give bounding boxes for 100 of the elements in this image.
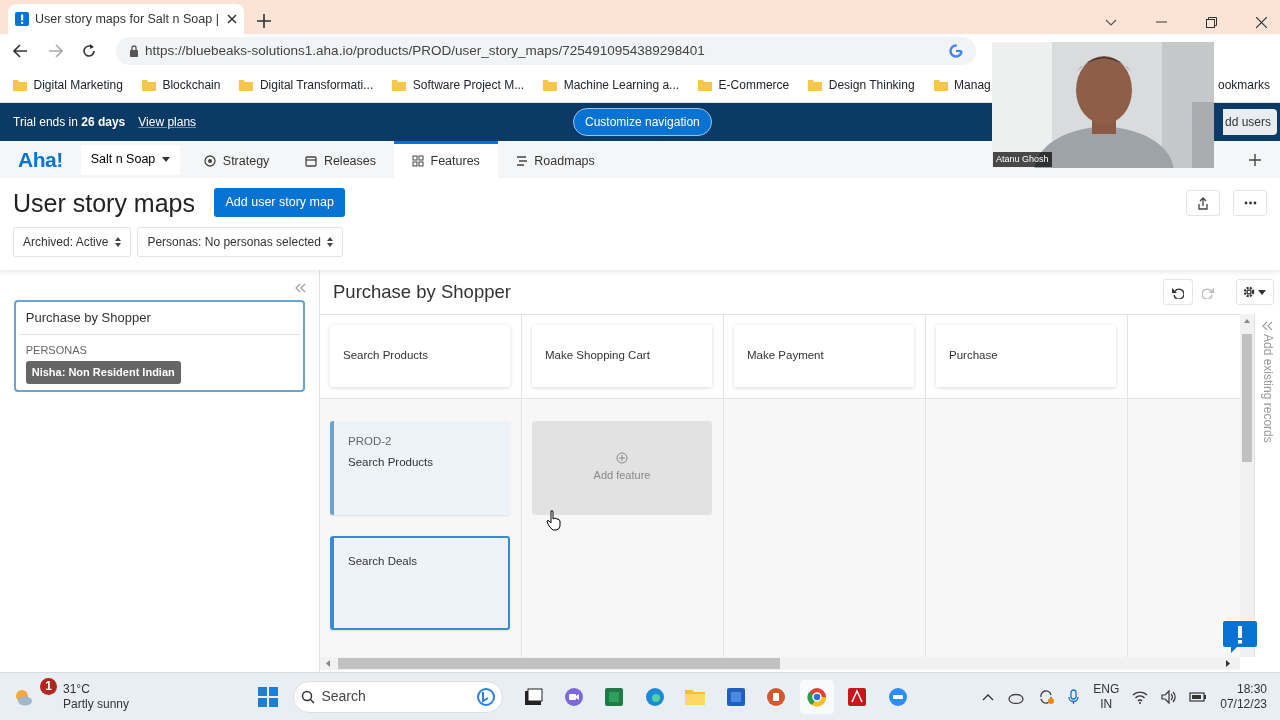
wifi-icon[interactable] — [1132, 689, 1149, 704]
page-title: User story maps — [13, 187, 195, 218]
redo-icon — [1201, 286, 1214, 299]
add-users-button[interactable]: dd users — [1222, 109, 1277, 135]
bookmark-folder[interactable]: Software Project M... — [392, 76, 525, 94]
restore-icon[interactable] — [1206, 16, 1217, 28]
feature-name: Search Products — [348, 454, 434, 470]
undo-button[interactable] — [1162, 279, 1193, 305]
sort-caret-icon — [327, 237, 334, 247]
language-indicator[interactable]: ENG IN — [1093, 681, 1120, 712]
step-card[interactable]: Purchase — [936, 325, 1116, 387]
all-bookmarks-link[interactable]: ookmarks — [1218, 76, 1270, 94]
nav-tab[interactable]: Strategy — [186, 141, 288, 178]
bookmark-folder[interactable]: Blockchain — [141, 76, 221, 94]
temperature: 31°C — [63, 681, 91, 697]
filter-dropdown[interactable]: Personas: No personas selected — [137, 227, 344, 257]
story-map-card[interactable]: Purchase by Shopper PERSONAS Nisha: Non Resident Indian — [14, 299, 305, 393]
show-hidden-icon[interactable] — [982, 692, 995, 701]
target-icon — [204, 155, 217, 167]
feedback-icon[interactable] — [1223, 621, 1257, 653]
site-icon — [14, 12, 29, 26]
calendar-icon — [305, 155, 318, 167]
spreadsheet-app-icon[interactable] — [603, 685, 626, 708]
document-app-icon[interactable] — [724, 685, 747, 708]
folder-icon — [808, 78, 823, 92]
plus-circle-icon — [616, 452, 628, 465]
address-bar[interactable]: https://bluebeaks-solutions1.aha.io/products/PROD/user_story_maps/7254910954389298401 — [115, 37, 976, 65]
customize-navigation-button[interactable]: Customize navigation — [573, 108, 712, 136]
expand-icon — [1262, 320, 1273, 331]
meeting-app-icon[interactable] — [886, 685, 909, 708]
hand-cursor-icon — [546, 510, 562, 532]
ellipsis-icon — [1243, 201, 1257, 206]
step-card[interactable]: Search Products — [330, 325, 510, 387]
story-map-title: Purchase by Shopper — [19, 301, 300, 335]
bookmark-folder[interactable]: Design Thinking — [808, 76, 915, 94]
feature-name: Search Deals — [348, 554, 419, 570]
feature-reference: PROD-2 — [348, 434, 393, 449]
folder-icon — [392, 78, 407, 92]
nav-tab[interactable]: Roadmaps — [497, 141, 613, 178]
board-title: Purchase by Shopper — [333, 280, 511, 305]
logo[interactable]: Aha! — [0, 143, 81, 176]
persona-tag: Nisha: Non Resident Indian — [25, 361, 181, 384]
clock[interactable]: 18:30 07/12/23 — [1220, 681, 1267, 712]
horizontal-scrollbar[interactable] — [320, 657, 1240, 670]
feature-card[interactable]: PROD-2 Search Products — [330, 421, 510, 515]
caret-icon — [161, 157, 170, 162]
workspace-dropdown[interactable]: Salt n Soap — [80, 144, 180, 175]
bookmark-folder[interactable]: Digital Transformati... — [239, 76, 374, 94]
folder-icon — [933, 78, 948, 92]
start-icon[interactable] — [256, 684, 281, 709]
terminal-app-icon[interactable] — [522, 685, 545, 708]
grid-icon — [412, 155, 424, 167]
caret-icon — [1258, 289, 1267, 295]
sync-icon[interactable] — [1038, 688, 1055, 705]
taskbar-search-field[interactable]: Search — [293, 680, 504, 713]
back-icon[interactable] — [13, 44, 28, 58]
new-tab-icon[interactable] — [257, 13, 271, 28]
folder-icon — [239, 78, 254, 92]
undo-icon — [1171, 286, 1184, 299]
notification-count: 1 — [40, 678, 57, 695]
nav-tab[interactable]: Features — [394, 141, 498, 178]
filter-dropdown[interactable]: Archived: Active — [13, 227, 131, 257]
folder-icon — [13, 78, 27, 92]
folder-icon — [141, 78, 156, 92]
settings-icon — [1242, 286, 1255, 298]
plus-icon[interactable] — [1248, 153, 1261, 166]
chevron-down-icon[interactable] — [1105, 18, 1117, 26]
lock-icon — [128, 45, 139, 57]
video-call-app-icon[interactable] — [562, 685, 585, 708]
reload-icon[interactable] — [82, 44, 96, 58]
nav-tab[interactable]: Releases — [287, 141, 394, 178]
step-card[interactable]: Make Payment — [734, 325, 914, 387]
bookmark-folder[interactable]: E-Commerce — [698, 76, 790, 94]
bookmark-folder[interactable]: Machine Learning a... — [543, 76, 680, 94]
battery-icon[interactable] — [1189, 689, 1208, 704]
trial-notice: Trial ends in 26 days — [13, 114, 126, 131]
add-user-story-map-button[interactable]: Add user story map — [214, 188, 345, 217]
presentation-app-icon[interactable] — [765, 685, 788, 708]
microphone-icon[interactable] — [1067, 688, 1081, 705]
close-icon[interactable] — [1256, 16, 1267, 28]
sort-caret-icon — [114, 237, 121, 247]
share-button[interactable] — [1186, 189, 1220, 216]
volume-icon[interactable] — [1161, 689, 1177, 704]
folder-icon — [698, 78, 713, 92]
feature-card[interactable]: Search Deals — [330, 536, 510, 630]
personas-label: PERSONAS — [25, 342, 88, 358]
close-tab-icon[interactable] — [225, 13, 238, 25]
vertical-scrollbar[interactable] — [1240, 314, 1254, 657]
weather-description: Partly sunny — [63, 696, 130, 712]
collapse-icon[interactable] — [295, 283, 306, 293]
search-icon — [300, 689, 315, 704]
step-card[interactable]: Make Shopping Cart — [532, 325, 712, 387]
settings-dropdown[interactable] — [1235, 279, 1274, 305]
bookmark-folder[interactable]: Digital Marketing — [13, 76, 123, 94]
browser-app-icon[interactable] — [643, 685, 666, 708]
bookmark-folder[interactable]: Manag — [933, 76, 991, 94]
view-plans-link[interactable]: View plans — [138, 113, 197, 131]
bars-icon — [515, 155, 528, 167]
folder-icon — [543, 78, 558, 92]
browser-tab[interactable]: User story maps for Salt n Soap | — [8, 4, 244, 34]
